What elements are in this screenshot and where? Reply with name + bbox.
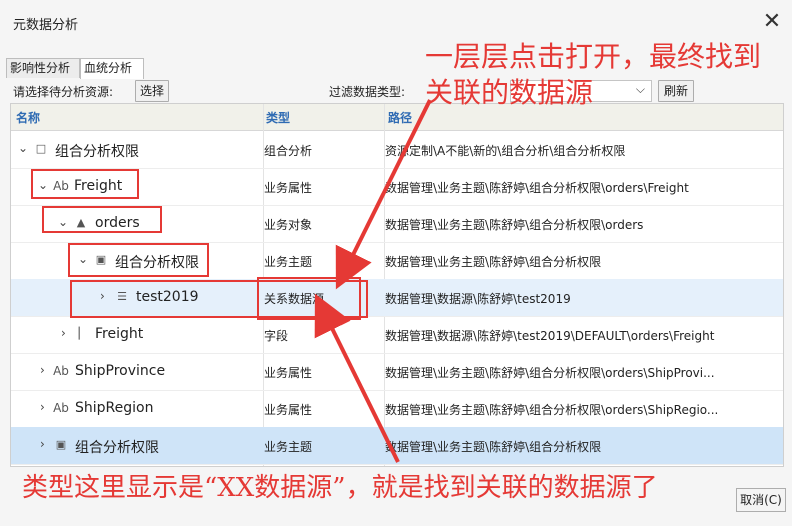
cancel-button[interactable]: 取消(C) [736, 488, 786, 512]
arrow-to-type-cell [335, 99, 432, 290]
annotation-arrows [314, 99, 432, 463]
annotation-top-line2: 关联的数据源 [425, 76, 594, 109]
annotation-top-line1: 一层层点击打开，最终找到 [425, 40, 762, 73]
arrow-from-bottom-note [314, 293, 400, 463]
annotation-bottom: 类型这里显示是“XX数据源”，就是找到关联的数据源了 [22, 473, 658, 503]
